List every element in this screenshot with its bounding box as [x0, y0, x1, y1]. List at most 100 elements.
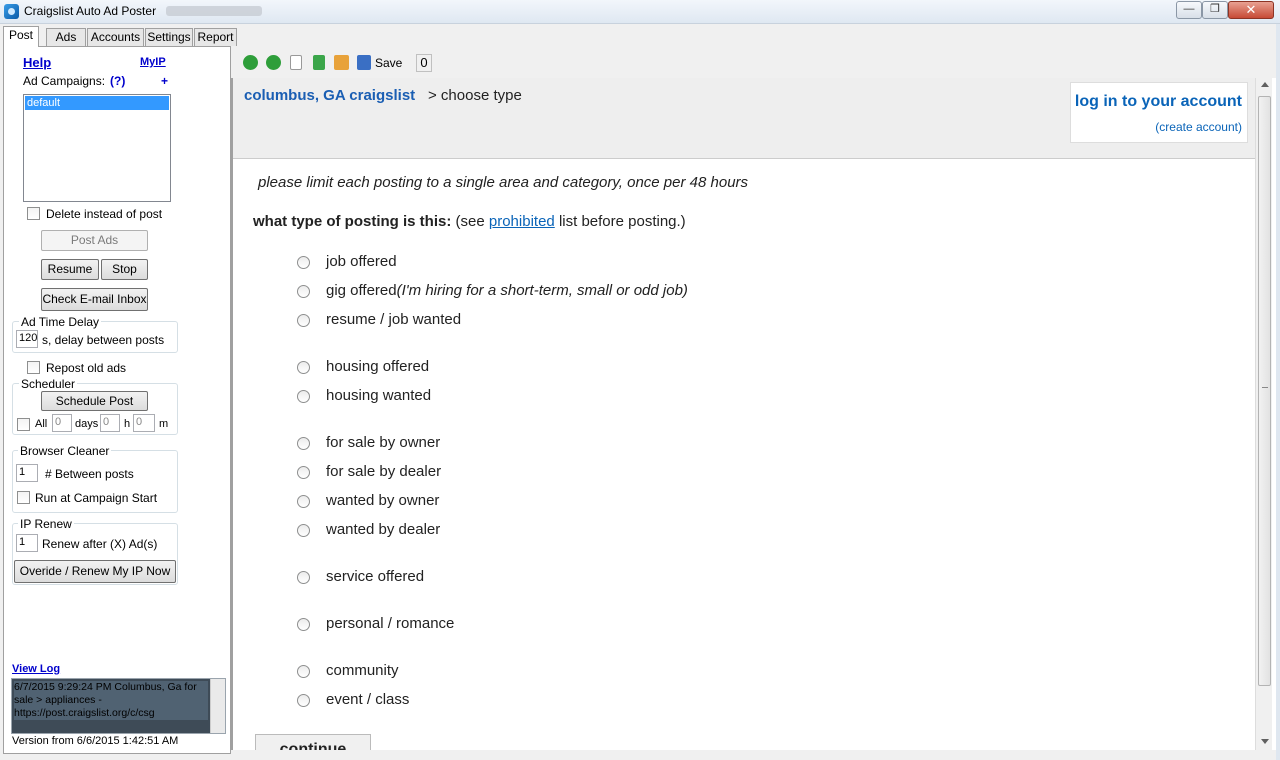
question-bold: what type of posting is this: [253, 213, 452, 230]
myip-link[interactable]: MyIP [140, 56, 166, 68]
window-title: Craigslist Auto Ad Poster [24, 4, 157, 18]
option-note: (I'm hiring for a short-term, small or o… [396, 282, 688, 299]
ad-time-delay-title: Ad Time Delay [19, 315, 102, 329]
refresh-icon[interactable] [313, 55, 325, 70]
days-input[interactable]: 0 [52, 414, 72, 432]
schedule-all-checkbox[interactable] [17, 418, 30, 431]
home-icon[interactable] [334, 55, 349, 70]
login-link[interactable]: log in to your account [1075, 93, 1242, 111]
scroll-down-icon[interactable] [1261, 739, 1269, 744]
option-label: wanted by dealer [326, 521, 440, 538]
create-account-link[interactable]: (create account) [1155, 120, 1242, 134]
option-text: resume / job wanted [326, 311, 462, 328]
campaign-item-default[interactable]: default [25, 96, 169, 110]
campaigns-help-link[interactable]: (?) [110, 74, 125, 88]
posting-type-question: what type of posting is this: (see prohi… [253, 213, 686, 230]
ad-campaigns-label: Ad Campaigns: [23, 74, 106, 88]
override-ip-button[interactable]: Overide / Renew My IP Now [14, 560, 176, 583]
delay-input[interactable]: 120 [16, 330, 38, 348]
scroll-up-icon[interactable] [1261, 82, 1269, 87]
save-label[interactable]: Save [375, 56, 402, 70]
view-log-link[interactable]: View Log [12, 663, 60, 675]
radio-button[interactable] [297, 437, 310, 450]
scroll-thumb[interactable] [1258, 96, 1271, 686]
minutes-input[interactable]: 0 [133, 414, 155, 432]
radio-button[interactable] [297, 524, 310, 537]
radio-button[interactable] [297, 618, 310, 631]
option-text: personal / romance [326, 615, 455, 632]
maximize-button[interactable]: ❐ [1202, 1, 1228, 19]
web-view[interactable]: columbus, GA craigslist > choose type lo… [231, 78, 1276, 750]
log-scrollbar[interactable] [210, 679, 225, 733]
radio-button[interactable] [297, 256, 310, 269]
minutes-label: m [159, 418, 169, 430]
minimize-button[interactable]: — [1176, 1, 1202, 19]
title-bar: Craigslist Auto Ad Poster — ❐ ✕ [0, 0, 1280, 24]
option-label: housing wanted [326, 387, 431, 404]
browser-cleaner-title: Browser Cleaner [18, 444, 112, 458]
delay-label: s, delay between posts [42, 333, 165, 347]
schedule-all-label: All [35, 418, 48, 430]
tab-post[interactable]: Post [3, 26, 39, 47]
save-icon[interactable] [357, 55, 371, 70]
delete-instead-label: Delete instead of post [46, 207, 163, 221]
radio-button[interactable] [297, 361, 310, 374]
option-label: wanted by owner [326, 492, 439, 509]
radio-button[interactable] [297, 390, 310, 403]
breadcrumb-current: > choose type [428, 87, 522, 104]
back-icon[interactable] [243, 55, 258, 70]
radio-button[interactable] [297, 665, 310, 678]
stop-icon[interactable] [290, 55, 302, 70]
tab-report[interactable]: Report [194, 28, 237, 46]
tab-settings[interactable]: Settings [145, 28, 193, 46]
hours-input[interactable]: 0 [100, 414, 120, 432]
option-label: community [326, 662, 399, 679]
prohibited-link[interactable]: prohibited [489, 213, 555, 230]
option-text: wanted by dealer [326, 521, 441, 538]
continue-button[interactable]: continue [255, 734, 371, 750]
run-at-start-label: Run at Campaign Start [35, 491, 158, 505]
option-text: community [326, 662, 399, 679]
option-text: for sale by dealer [326, 463, 442, 480]
option-label: personal / romance [326, 615, 454, 632]
option-label: for sale by owner [326, 434, 440, 451]
campaign-list[interactable]: default [23, 94, 171, 202]
radio-button[interactable] [297, 314, 310, 327]
run-at-start-checkbox[interactable] [17, 491, 30, 504]
question-pre: (see [455, 213, 485, 230]
help-link[interactable]: Help [23, 55, 51, 70]
repost-checkbox[interactable] [27, 361, 40, 374]
version-label: Version from 6/6/2015 1:42:51 AM [12, 735, 179, 747]
app-icon [4, 4, 19, 19]
close-button[interactable]: ✕ [1228, 1, 1274, 19]
log-box[interactable]: 6/7/2015 9:29:24 PM Columbus, Ga for sal… [11, 678, 226, 734]
post-ads-button[interactable]: Post Ads [41, 230, 148, 251]
option-label: service offered [326, 568, 424, 585]
radio-button[interactable] [297, 466, 310, 479]
stop-button[interactable]: Stop [101, 259, 148, 280]
radio-button[interactable] [297, 495, 310, 508]
schedule-post-button[interactable]: Schedule Post [41, 391, 148, 411]
page-scrollbar[interactable] [1255, 78, 1272, 750]
check-email-button[interactable]: Check E-mail Inbox [41, 288, 148, 311]
city-link[interactable]: columbus, GA craigslist [244, 87, 415, 104]
option-text: service offered [326, 568, 425, 585]
radio-button[interactable] [297, 694, 310, 707]
window-right-border [1276, 24, 1280, 760]
delete-instead-checkbox[interactable] [27, 207, 40, 220]
radio-button[interactable] [297, 571, 310, 584]
add-campaign-button[interactable]: + [161, 74, 168, 88]
post-count: 0 [416, 54, 432, 72]
option-text: housing wanted [326, 387, 432, 404]
resume-button[interactable]: Resume [41, 259, 99, 280]
option-text: for sale by owner [326, 434, 441, 451]
renew-input[interactable]: 1 [16, 534, 38, 552]
option-label: gig offered(I'm hiring for a short-term,… [326, 282, 688, 299]
between-posts-input[interactable]: 1 [16, 464, 38, 482]
tab-accounts[interactable]: Accounts [87, 28, 144, 46]
radio-button[interactable] [297, 285, 310, 298]
option-label: housing offered [326, 358, 429, 375]
forward-icon[interactable] [266, 55, 281, 70]
tab-ads[interactable]: Ads [46, 28, 86, 46]
breadcrumb: columbus, GA craigslist > choose type lo… [233, 78, 1255, 159]
